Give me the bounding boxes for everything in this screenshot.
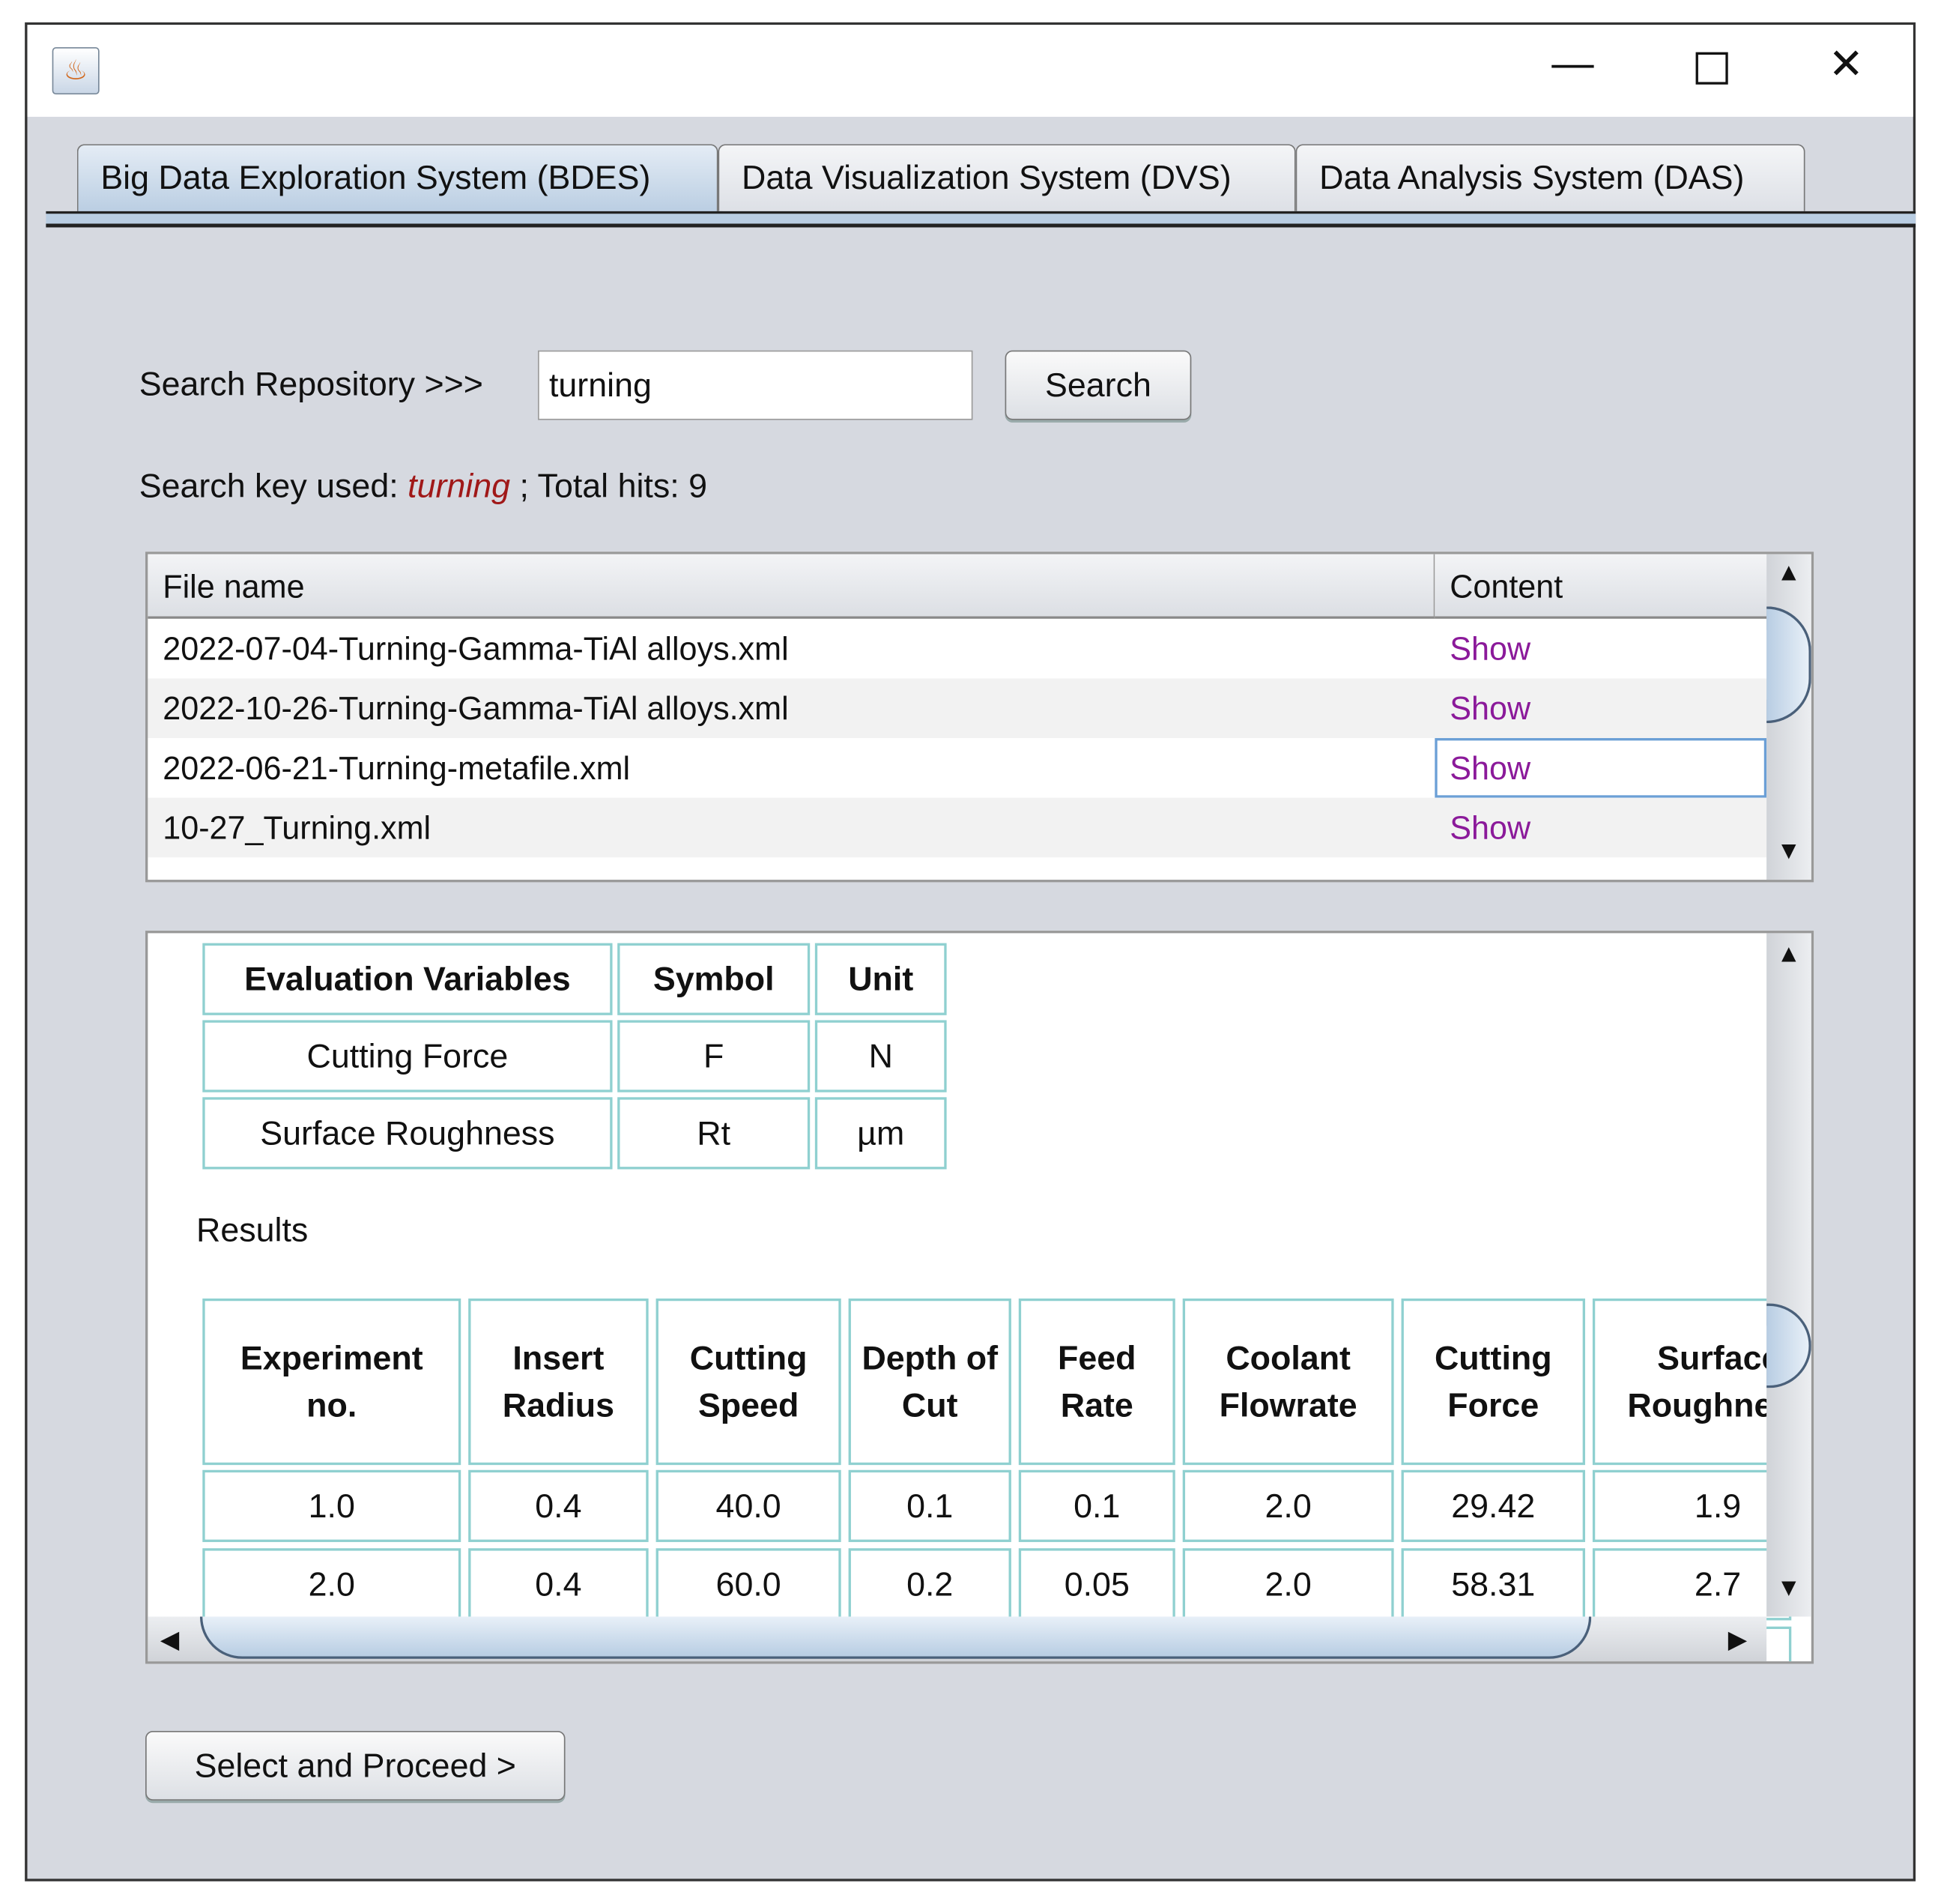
select-and-proceed-button[interactable]: Select and Proceed > [145, 1731, 566, 1801]
file-name: 2022-06-21-Turning-metafile.xml [163, 749, 631, 787]
vertical-scrollbar[interactable]: ▲ ▼ [1766, 554, 1811, 880]
show-link[interactable]: Show [1450, 678, 1530, 738]
file-name: 10-27_Turning.xml [163, 809, 431, 847]
vertical-scrollbar[interactable]: ▲ ▼ [1766, 933, 1811, 1617]
search-input[interactable]: turning [538, 350, 973, 420]
scroll-down-icon[interactable]: ▼ [1776, 838, 1801, 866]
file-table: File name Content 2022-07-04-Turning-Gam… [145, 551, 1814, 883]
minimize-icon[interactable]: — [1536, 40, 1610, 88]
results-cell: 0.05 [1018, 1548, 1175, 1621]
eval-header: Symbol [617, 943, 811, 1015]
eval-header: Unit [814, 943, 947, 1015]
tab-das[interactable]: Data Analysis System (DAS) [1295, 144, 1805, 211]
scroll-right-icon[interactable]: ▶ [1728, 1624, 1748, 1654]
scroll-up-icon[interactable]: ▲ [1776, 940, 1801, 969]
results-header: Cutting Speed [655, 1298, 841, 1466]
table-row[interactable]: 2022-06-21-Turning-metafile.xml Show [148, 738, 1767, 798]
results-cell: 0.1 [848, 1469, 1011, 1542]
results-cell: 2.0 [202, 1548, 461, 1621]
eval-cell: N [814, 1020, 947, 1092]
eval-cell: Cutting Force [202, 1020, 613, 1092]
results-title: Results [196, 1211, 309, 1249]
file-name: 2022-07-04-Turning-Gamma-TiAl alloys.xml [163, 629, 789, 668]
show-link[interactable]: Show [1450, 798, 1530, 858]
results-cell: 40.0 [655, 1469, 841, 1542]
status-prefix: Search key used: [139, 467, 408, 505]
status-hits: ; Total hits: 9 [510, 467, 708, 505]
column-header-content[interactable]: Content [1435, 554, 1767, 619]
table-row[interactable]: 2022-07-04-Turning-Gamma-TiAl alloys.xml… [148, 618, 1767, 679]
eval-header: Evaluation Variables [202, 943, 613, 1015]
results-cell: 2.7 [1592, 1548, 1792, 1621]
results-header: Surface Roughness [1592, 1298, 1810, 1466]
search-key: turning [408, 467, 511, 505]
search-button[interactable]: Search [1005, 350, 1192, 420]
results-cell: 0.1 [1018, 1469, 1175, 1542]
tab-dvs[interactable]: Data Visualization System (DVS) [718, 144, 1296, 211]
eval-cell: Rt [617, 1097, 811, 1170]
results-header: Feed Rate [1018, 1298, 1175, 1466]
java-app-icon: ♨ [52, 47, 100, 95]
scroll-left-icon[interactable]: ◀ [160, 1624, 180, 1654]
results-cell: 2.0 [1182, 1548, 1394, 1621]
scrollbar-thumb[interactable] [199, 1616, 1592, 1659]
results-header: Cutting Force [1401, 1298, 1585, 1466]
results-header: Depth of Cut [848, 1298, 1011, 1466]
results-cell: 0.4 [468, 1548, 649, 1621]
results-header: Experiment no. [202, 1298, 461, 1466]
scroll-down-icon[interactable]: ▼ [1776, 1574, 1801, 1603]
search-label: Search Repository >>> [139, 365, 483, 403]
scrollbar-thumb[interactable] [1766, 1303, 1811, 1388]
column-header-filename[interactable]: File name [148, 554, 1435, 619]
scrollbar-thumb[interactable] [1766, 606, 1811, 724]
results-cell: 58.31 [1401, 1548, 1585, 1621]
results-header: Insert Radius [468, 1298, 649, 1466]
results-cell: 1.9 [1592, 1469, 1792, 1542]
app-window: ♨ — ✕ Big Data Exploration System (BDES)… [25, 22, 1916, 1882]
show-link[interactable]: Show [1450, 619, 1530, 679]
results-header: Coolant Flowrate [1182, 1298, 1394, 1466]
eval-cell: F [617, 1020, 811, 1092]
results-cell: 0.2 [848, 1548, 1011, 1621]
table-row[interactable]: 2022-10-26-Turning-Gamma-TiAl alloys.xml… [148, 678, 1767, 739]
scroll-up-icon[interactable]: ▲ [1776, 559, 1801, 587]
results-cell: 0.4 [468, 1469, 649, 1542]
close-icon[interactable]: ✕ [1808, 40, 1883, 89]
tab-underline [46, 211, 1916, 228]
eval-cell: Surface Roughness [202, 1097, 613, 1170]
title-bar: ♨ — ✕ [27, 25, 1913, 117]
results-cell: 60.0 [655, 1548, 841, 1621]
results-cell: 2.0 [1182, 1469, 1394, 1542]
show-link[interactable]: Show [1435, 738, 1767, 798]
maximize-icon[interactable] [1695, 52, 1728, 85]
horizontal-scrollbar[interactable]: ◀ ▶ [148, 1616, 1767, 1662]
eval-cell: µm [814, 1097, 947, 1170]
results-cell: 1.0 [202, 1469, 461, 1542]
content-preview-panel: Evaluation Variables Symbol Unit Cutting… [145, 931, 1814, 1664]
search-status: Search key used: turning ; Total hits: 9 [139, 468, 707, 506]
tab-bdes[interactable]: Big Data Exploration System (BDES) [76, 144, 718, 214]
file-name: 2022-10-26-Turning-Gamma-TiAl alloys.xml [163, 689, 789, 728]
table-row[interactable]: 10-27_Turning.xml Show [148, 797, 1767, 858]
results-cell: 29.42 [1401, 1469, 1585, 1542]
